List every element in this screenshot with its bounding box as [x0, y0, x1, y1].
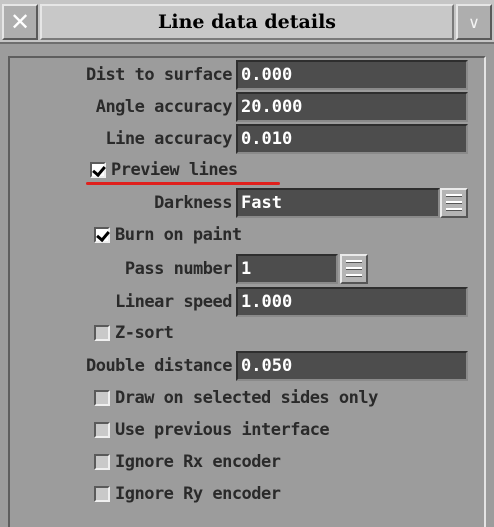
- title-bar: ✕ Line data details ∨: [0, 0, 494, 44]
- linear-speed-row: Linear speed 1.000: [10, 287, 486, 317]
- line-accuracy-input[interactable]: 0.010: [236, 124, 468, 154]
- use-previous-interface-label: Use previous interface: [115, 420, 330, 440]
- ignore-rx-encoder-checkbox[interactable]: [94, 454, 110, 470]
- darkness-label: Darkness: [154, 193, 232, 213]
- z-sort-checkbox[interactable]: [94, 325, 110, 341]
- pass-number-select[interactable]: 1: [236, 254, 338, 284]
- double-distance-input[interactable]: 0.050: [236, 351, 468, 381]
- darkness-row: Darkness Fast: [10, 188, 486, 218]
- z-sort-label: Z-sort: [115, 323, 174, 343]
- pass-number-row: Pass number 1: [10, 254, 486, 284]
- dist-to-surface-input[interactable]: 0.000: [236, 60, 468, 90]
- red-underline-annotation: [86, 182, 280, 185]
- angle-accuracy-label: Angle accuracy: [95, 97, 233, 117]
- pass-number-label: Pass number: [124, 259, 233, 279]
- z-sort-toggle[interactable]: Z-sort: [94, 319, 174, 347]
- use-previous-interface-toggle[interactable]: Use previous interface: [94, 416, 330, 444]
- dist-to-surface-label: Dist to surface: [85, 65, 233, 85]
- angle-accuracy-row: Angle accuracy 20.000: [10, 92, 486, 122]
- linear-speed-label: Linear speed: [115, 292, 232, 312]
- double-distance-row: Double distance 0.050: [10, 351, 486, 381]
- burn-on-paint-toggle[interactable]: Burn on paint: [94, 221, 242, 249]
- burn-on-paint-checkbox[interactable]: [94, 227, 110, 243]
- close-button[interactable]: ✕: [2, 4, 38, 40]
- ignore-rx-encoder-label: Ignore Rx encoder: [115, 452, 281, 472]
- linear-speed-input[interactable]: 1.000: [236, 287, 468, 317]
- settings-panel: Dist to surface 0.000 Angle accuracy 20.…: [8, 56, 486, 527]
- ignore-ry-encoder-checkbox[interactable]: [94, 486, 110, 502]
- pass-number-menu-button[interactable]: [340, 254, 368, 284]
- close-icon: ✕: [9, 8, 31, 36]
- collapse-button[interactable]: ∨: [456, 4, 492, 40]
- window-title: Line data details: [40, 4, 454, 40]
- line-data-details-window: ✕ Line data details ∨ Dist to surface 0.…: [0, 0, 494, 527]
- darkness-select[interactable]: Fast: [236, 188, 440, 218]
- double-distance-label: Double distance: [85, 356, 233, 376]
- burn-on-paint-label: Burn on paint: [115, 225, 242, 245]
- draw-selected-sides-label: Draw on selected sides only: [115, 388, 378, 408]
- preview-lines-toggle[interactable]: Preview lines: [90, 156, 238, 184]
- ignore-ry-encoder-label: Ignore Ry encoder: [115, 484, 281, 504]
- use-previous-interface-checkbox[interactable]: [94, 422, 110, 438]
- draw-selected-sides-toggle[interactable]: Draw on selected sides only: [94, 384, 378, 412]
- chevron-down-icon: ∨: [468, 12, 480, 32]
- line-accuracy-label: Line accuracy: [105, 129, 232, 149]
- ignore-rx-encoder-toggle[interactable]: Ignore Rx encoder: [94, 448, 281, 476]
- ignore-ry-encoder-toggle[interactable]: Ignore Ry encoder: [94, 480, 281, 508]
- dist-to-surface-row: Dist to surface 0.000: [10, 60, 486, 90]
- line-accuracy-row: Line accuracy 0.010: [10, 124, 486, 154]
- darkness-menu-button[interactable]: [440, 188, 468, 218]
- angle-accuracy-input[interactable]: 20.000: [236, 92, 468, 122]
- preview-lines-checkbox[interactable]: [90, 162, 106, 178]
- draw-selected-sides-checkbox[interactable]: [94, 390, 110, 406]
- preview-lines-label: Preview lines: [111, 160, 238, 180]
